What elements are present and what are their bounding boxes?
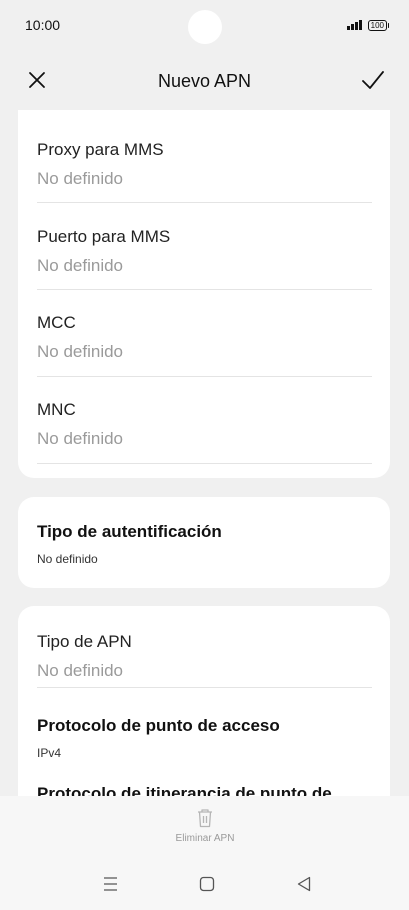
mcc-field[interactable]: MCC No definido xyxy=(37,313,372,377)
settings-list[interactable]: Proxy para MMS No definido Puerto para M… xyxy=(0,110,409,796)
field-label: MNC xyxy=(37,400,76,419)
divider xyxy=(37,376,372,377)
status-bar: 10:00 100 xyxy=(0,0,409,50)
apn-protocol-setting[interactable]: Protocolo de punto de acceso IPv4 xyxy=(37,716,372,760)
status-indicators: 100 xyxy=(346,19,390,31)
delete-apn-button[interactable]: Eliminar APN xyxy=(164,808,246,852)
divider xyxy=(37,289,372,290)
roaming-protocol-setting[interactable]: Protocolo de itinerancia de punto de acc… xyxy=(37,784,372,796)
delete-apn-label: Eliminar APN xyxy=(175,833,235,844)
status-time: 10:00 xyxy=(25,17,61,33)
bottom-bar: Eliminar APN xyxy=(0,796,409,910)
battery-icon: 100 xyxy=(367,19,390,31)
home-icon[interactable] xyxy=(199,876,215,892)
setting-label: Protocolo de itinerancia de punto de acc… xyxy=(37,784,332,796)
check-icon[interactable] xyxy=(361,69,385,91)
app-bar: Nuevo APN xyxy=(0,50,409,110)
field-label: Tipo de APN xyxy=(37,632,132,651)
menu-icon[interactable] xyxy=(103,876,118,892)
field-label: Proxy para MMS xyxy=(37,140,164,159)
setting-label: Tipo de autentificación xyxy=(37,522,222,541)
signal-icon xyxy=(346,20,362,30)
setting-label: Protocolo de punto de acceso xyxy=(37,716,280,735)
page-title: Nuevo APN xyxy=(157,70,252,91)
apn-type-field[interactable]: Tipo de APN No definido xyxy=(37,632,372,688)
divider xyxy=(37,687,372,688)
divider xyxy=(37,202,372,203)
mnc-field[interactable]: MNC No definido xyxy=(37,400,372,464)
field-label: Puerto para MMS xyxy=(37,227,171,246)
mms-card: Proxy para MMS No definido Puerto para M… xyxy=(18,110,390,478)
mms-proxy-field[interactable]: Proxy para MMS No definido xyxy=(37,140,372,203)
close-icon[interactable] xyxy=(27,70,47,90)
field-value: No definido xyxy=(37,429,124,448)
field-label: MCC xyxy=(37,313,76,332)
auth-card: Tipo de autentificación No definido xyxy=(18,497,390,588)
trash-icon xyxy=(198,809,212,828)
navigation-bar xyxy=(0,866,409,906)
mms-port-field[interactable]: Puerto para MMS No definido xyxy=(37,227,372,290)
auth-type-setting[interactable]: Tipo de autentificación No definido xyxy=(37,522,372,566)
back-icon[interactable] xyxy=(297,876,311,892)
setting-value: No definido xyxy=(37,552,98,566)
divider xyxy=(37,463,372,464)
camera-cutout xyxy=(188,10,222,44)
field-value: No definido xyxy=(37,342,124,361)
field-value: No definido xyxy=(37,256,124,275)
setting-value: IPv4 xyxy=(37,746,62,760)
apn-card: Tipo de APN No definido Protocolo de pun… xyxy=(18,606,390,796)
field-value: No definido xyxy=(37,169,124,188)
field-value: No definido xyxy=(37,661,124,680)
